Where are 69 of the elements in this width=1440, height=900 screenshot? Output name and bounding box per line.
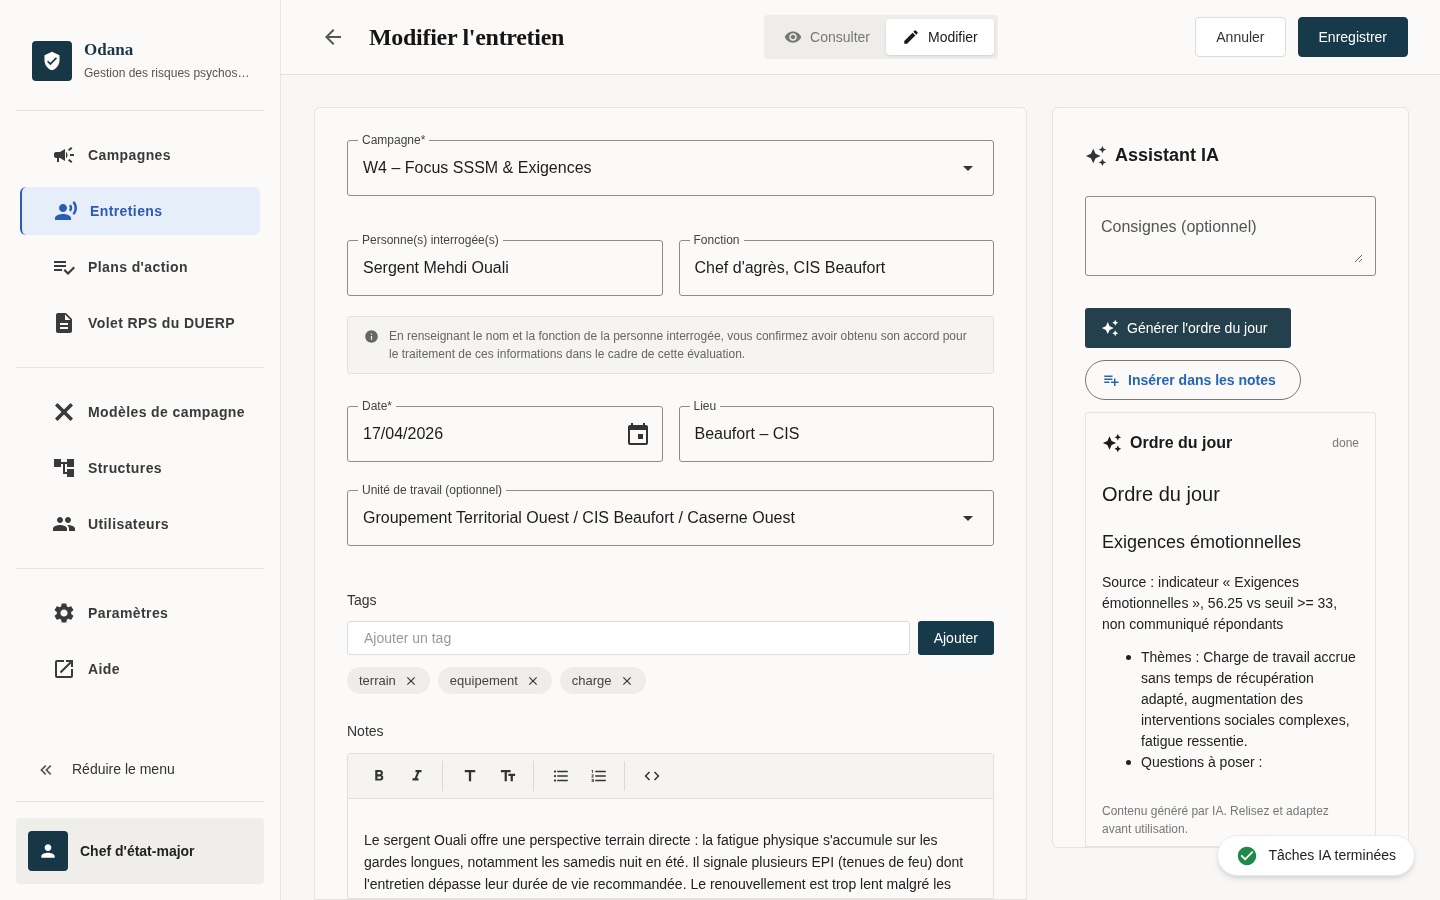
cancel-button[interactable]: Annuler: [1195, 17, 1286, 57]
field-value: Groupement Territorial Ouest / CIS Beaufort / Caserne Ouest: [363, 508, 796, 528]
generate-button[interactable]: Générer l'ordre du jour: [1085, 308, 1292, 348]
nav-item[interactable]: Volet RPS du DUERP: [20, 299, 260, 347]
calendar-icon: [625, 422, 650, 446]
ai-disclaimer: Contenu généré par IA. Relisez et adaptez avant utilisation.: [1102, 803, 1330, 838]
tag-chip[interactable]: equipement: [437, 667, 552, 694]
tags-label: Tags: [347, 591, 378, 610]
nav-item[interactable]: Paramètres: [20, 589, 260, 637]
field-value: 17/04/2026: [363, 424, 445, 444]
resize-handle-icon: [1354, 254, 1362, 262]
notes-text: Le sergent Ouali offre une perspective terrain directe : la fatigue physique s'accumule sur les gardes longues, notamment les samedis nuit en été. Il signale plusieurs EPI (tenues de feu) dont l'entretien dépasse leur durée de vie recommandée. Le renouvellement est trop lent malgré les: [363, 831, 965, 894]
add-tag-button[interactable]: Ajouter: [917, 621, 994, 655]
toast-text: Tâches IA terminées: [1268, 846, 1396, 865]
agenda-subheading: Exigences émotionnelles: [1102, 531, 1303, 554]
collapse-menu-button[interactable]: Réduire le menu: [16, 754, 264, 802]
notice-text: En renseignant le nom et la fonction de la personne interrogée, vous confirmez avoir obtenu son accord pour le traitement de ces informations dans le cadre de cette évaluation.: [389, 328, 968, 363]
field-value: Beaufort – CIS: [694, 424, 801, 444]
bullet-text: Questions à poser :: [1141, 753, 1263, 772]
toggle-tab[interactable]: Consulter: [768, 19, 886, 55]
sparkles-icon: [1085, 144, 1107, 167]
nav-item[interactable]: Aide: [20, 645, 260, 693]
brand-subtitle: Gestion des risques psychos…: [84, 65, 250, 82]
nav-item[interactable]: Entretiens: [20, 187, 260, 235]
tag-text: terrain: [359, 671, 396, 690]
numbered-list-icon: [590, 767, 608, 785]
agenda-heading: Ordre du jour: [1102, 482, 1221, 507]
dropdown-caret-icon: [963, 165, 973, 171]
nav-item[interactable]: Utilisateurs: [20, 500, 260, 548]
user-card[interactable]: Chef d'état-major: [16, 818, 264, 884]
info-icon: [364, 329, 379, 344]
eye-icon: [784, 28, 803, 46]
sparkles-icon: [1102, 433, 1122, 453]
toggle-tab[interactable]: Modifier: [886, 19, 994, 55]
notes-editor[interactable]: [347, 753, 994, 899]
hierarchy-icon: [52, 456, 76, 480]
tag-text: equipement: [449, 671, 518, 690]
agenda-title: Ordre du jour: [1130, 433, 1233, 453]
field-label: Unité de travail (optionnel): [358, 482, 507, 498]
user-name: Chef d'état-major: [80, 841, 195, 861]
tag-chip[interactable]: charge: [559, 667, 646, 694]
assistant-title: Assistant IA: [1115, 144, 1220, 167]
dropdown-caret-icon: [963, 515, 973, 521]
pencil-icon: [902, 28, 920, 46]
bullet-text: Thèmes : Charge de travail accrue sans temps de récupération adapté, augmentation des interventions sociales complexes, fatigue ressentie.: [1141, 648, 1357, 751]
brand-name: Odana: [84, 40, 135, 60]
nav-item[interactable]: Modèles de campagne: [20, 388, 260, 436]
page-title: Modifier l'entretien: [369, 23, 565, 52]
shield-check-icon: [42, 51, 62, 71]
agenda-paragraph: Source : indicateur « Exigences émotionnelles », 56.25 vs seuil >= 33, non communiqué répondants: [1102, 573, 1339, 634]
status-text: done: [1332, 435, 1359, 452]
settings-icon: [52, 601, 76, 625]
notes-label: Notes: [347, 722, 385, 741]
save-button[interactable]: Enregistrer: [1297, 17, 1408, 57]
field-label: Personne(s) interrogée(s): [358, 232, 503, 248]
sparkles-icon: [1101, 319, 1119, 337]
nav-item[interactable]: Plans d'action: [20, 243, 260, 291]
tag-input[interactable]: Ajouter un tag: [347, 621, 910, 655]
tag-chip[interactable]: terrain: [347, 667, 430, 694]
field-value: W4 – Focus SSSM & Exigences: [363, 158, 593, 178]
instructions-field[interactable]: Consignes (optionnel): [1085, 196, 1376, 276]
nav-item[interactable]: Structures: [20, 444, 260, 492]
external-link-icon: [52, 657, 76, 681]
person-speaking-icon: [54, 199, 78, 223]
field-value: Sergent Mehdi Ouali: [363, 258, 510, 278]
field-value: Chef d'agrès, CIS Beaufort: [694, 258, 887, 278]
field-label: Campagne*: [358, 132, 430, 148]
nav-item[interactable]: Campagnes: [20, 131, 260, 179]
tag-text: charge: [571, 671, 612, 690]
